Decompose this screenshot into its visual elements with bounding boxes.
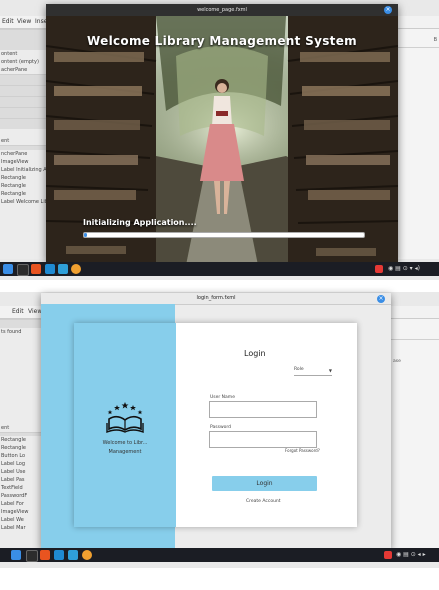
window-titlebar[interactable]: welcome_page.fxml × bbox=[46, 4, 398, 16]
hierarchy-item[interactable]: Label Welcome Lib bbox=[0, 198, 46, 206]
ide-hierarchy-panel: ts found ent Rectangle Rectangle Button … bbox=[0, 319, 42, 549]
section-divider bbox=[0, 118, 46, 129]
initializing-label: Initializing Application.... bbox=[83, 218, 197, 227]
firefox-icon[interactable] bbox=[71, 264, 81, 274]
ubuntu-software-icon[interactable] bbox=[31, 264, 41, 274]
close-icon: × bbox=[378, 295, 384, 302]
menu-edit[interactable]: Edit bbox=[12, 308, 24, 315]
hierarchy-item[interactable]: Button Lo bbox=[0, 452, 41, 460]
hierarchy-item[interactable]: Rectangle bbox=[0, 444, 41, 452]
properties-label: B bbox=[433, 37, 437, 43]
ide-properties-panel: ase bbox=[390, 319, 439, 549]
divider bbox=[397, 47, 439, 48]
username-label: User Name bbox=[210, 395, 235, 400]
hierarchy-item[interactable]: Label Pas bbox=[0, 476, 41, 484]
login-button[interactable]: Login bbox=[212, 476, 317, 491]
section-divider bbox=[0, 96, 46, 107]
menu-view[interactable]: View bbox=[17, 18, 31, 25]
monitor-icon[interactable] bbox=[58, 264, 68, 274]
hierarchy-item[interactable]: Rectangle bbox=[0, 174, 46, 182]
terminal-icon[interactable] bbox=[26, 550, 38, 562]
library-search-result: ts found bbox=[1, 329, 22, 335]
firefox-icon[interactable] bbox=[82, 550, 92, 560]
section-divider bbox=[0, 107, 46, 118]
files-icon[interactable] bbox=[11, 550, 21, 560]
hierarchy-item[interactable]: Rectangle bbox=[0, 182, 46, 190]
splash-window: welcome_page.fxml × Welcome Library Mana… bbox=[46, 4, 398, 265]
forgot-password-link[interactable]: Forgot Password? bbox=[285, 448, 320, 453]
card-brand-panel: Welcome to Libr... Management bbox=[74, 323, 176, 527]
window-title: login_form.fxml bbox=[196, 295, 236, 301]
hierarchy-item[interactable]: ent bbox=[0, 137, 46, 145]
files-icon[interactable] bbox=[3, 264, 13, 274]
monitor-icon[interactable] bbox=[68, 550, 78, 560]
hierarchy-item[interactable]: Rectangle bbox=[0, 436, 41, 444]
password-label: Password bbox=[210, 425, 232, 430]
hierarchy-item[interactable]: ImageView bbox=[0, 158, 46, 166]
ide-hierarchy-panel: ontent ontent (empty) acherPane ent nche… bbox=[0, 29, 47, 259]
hierarchy-item[interactable]: Label Mar bbox=[0, 524, 41, 532]
password-field[interactable] bbox=[209, 431, 317, 448]
panel-header bbox=[0, 319, 41, 328]
close-button[interactable]: × bbox=[377, 295, 385, 303]
close-icon: × bbox=[385, 6, 391, 13]
login-heading: Login bbox=[244, 349, 266, 358]
hierarchy-item[interactable]: Label Initializing Ap bbox=[0, 166, 46, 174]
properties-label: ase bbox=[393, 359, 401, 364]
chevron-down-icon: ▼ bbox=[328, 368, 332, 373]
top-screenshot: Edit View Inse ontent ontent (empty) ach… bbox=[0, 0, 439, 280]
section-divider bbox=[0, 74, 46, 85]
hierarchy-item[interactable]: TextField bbox=[0, 484, 41, 492]
create-account-link[interactable]: Create Account bbox=[246, 499, 281, 504]
panel-header bbox=[0, 29, 46, 50]
hierarchy-item[interactable]: ncherPane bbox=[0, 150, 46, 158]
vscode-icon[interactable] bbox=[54, 550, 64, 560]
role-select-value: Role bbox=[294, 367, 304, 372]
terminal-icon[interactable] bbox=[17, 264, 29, 276]
menu-edit[interactable]: Edit bbox=[2, 18, 14, 25]
hierarchy-item[interactable]: ontent (empty) bbox=[0, 58, 46, 66]
login-card: Welcome to Libr... Management Login Role… bbox=[74, 323, 357, 527]
ubuntu-software-icon[interactable] bbox=[40, 550, 50, 560]
hierarchy-item[interactable]: acherPane bbox=[0, 66, 46, 74]
hierarchy-item[interactable]: ontent bbox=[0, 50, 46, 58]
username-field[interactable] bbox=[209, 401, 317, 418]
window-title: welcome_page.fxml bbox=[197, 7, 247, 13]
management-text: Management bbox=[108, 449, 142, 455]
progress-bar-fill bbox=[84, 233, 87, 237]
taskbar: ◉ ▤ ⊙ ▾ ◂) bbox=[0, 262, 439, 276]
record-icon[interactable] bbox=[375, 265, 383, 273]
ide-properties-panel: B bbox=[396, 29, 439, 259]
library-scene-illustration bbox=[46, 16, 398, 265]
library-background-image: Welcome Library Management System Initia… bbox=[46, 16, 398, 265]
role-select[interactable]: Role ▼ bbox=[294, 367, 332, 376]
record-icon[interactable] bbox=[384, 551, 392, 559]
open-book-logo-icon bbox=[106, 402, 144, 433]
divider bbox=[391, 339, 439, 340]
taskbar: ◉ ▤ ⊙ ◂ ▸ bbox=[0, 548, 439, 562]
welcome-text: Welcome to Libr... bbox=[102, 440, 148, 446]
hierarchy-item[interactable]: PasswordF bbox=[0, 492, 41, 500]
wifi-icon[interactable]: ◉ ▤ ⊙ ◂ ▸ bbox=[396, 551, 426, 558]
hierarchy-item[interactable]: ent bbox=[0, 424, 41, 432]
progress-bar bbox=[83, 232, 365, 238]
hierarchy-item[interactable]: Label Use bbox=[0, 468, 41, 476]
hierarchy-item[interactable]: Rectangle bbox=[0, 190, 46, 198]
vscode-icon[interactable] bbox=[45, 264, 55, 274]
login-window: login_form.fxml × Welcome to Libr... Man… bbox=[41, 293, 391, 549]
hierarchy-item[interactable]: Label Log bbox=[0, 460, 41, 468]
hierarchy-item[interactable]: Label For bbox=[0, 500, 41, 508]
wifi-icon[interactable]: ◉ ▤ ⊙ ▾ ◂) bbox=[388, 265, 420, 272]
hierarchy-item[interactable]: Label We bbox=[0, 516, 41, 524]
hierarchy-item[interactable]: ImageView bbox=[0, 508, 41, 516]
close-button[interactable]: × bbox=[384, 6, 392, 14]
welcome-heading: Welcome Library Management System bbox=[87, 34, 357, 48]
section-divider bbox=[0, 85, 46, 96]
